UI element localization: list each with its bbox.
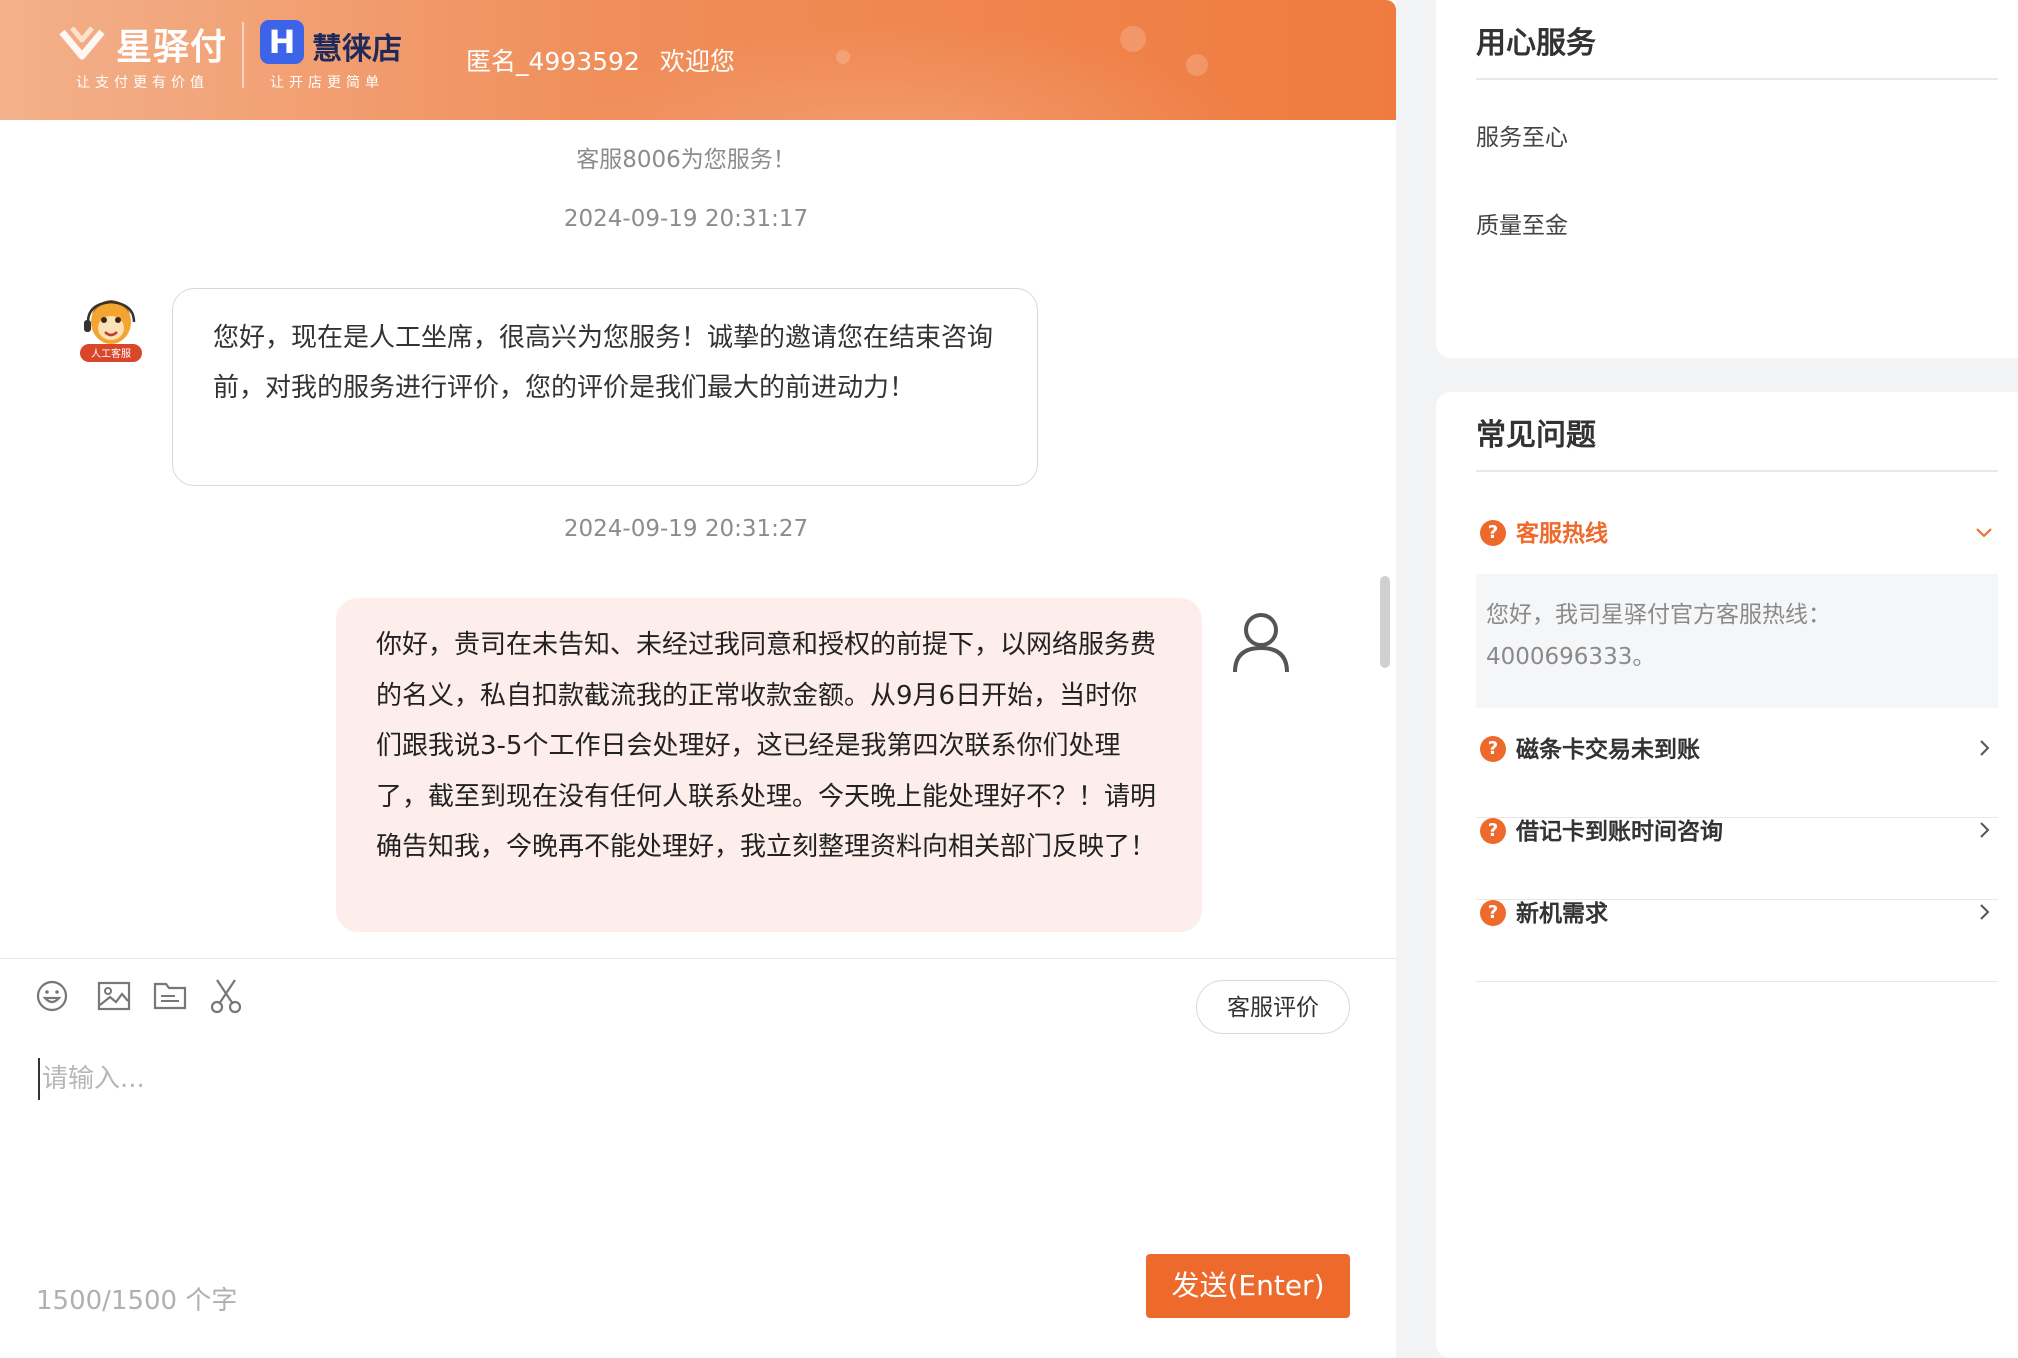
- header-decoration: [1186, 54, 1208, 76]
- faq-item-debit-card[interactable]: ? 借记卡到账时间咨询: [1476, 818, 1998, 900]
- faq-item-hotline[interactable]: ? 客服热线: [1476, 520, 1998, 560]
- logo-divider: [242, 22, 244, 88]
- brand2-name: 慧徕店: [312, 32, 402, 67]
- card-divider: [1476, 78, 1998, 80]
- question-icon: ?: [1480, 900, 1506, 926]
- question-icon: ?: [1480, 736, 1506, 762]
- image-icon: [97, 981, 131, 1011]
- image-button[interactable]: [94, 976, 134, 1016]
- brand-logo-huilaidian: H 慧徕店 让开店更简单: [260, 18, 420, 94]
- brand1-name: 星驿付: [116, 27, 228, 68]
- chevron-down-icon: [1976, 528, 1992, 538]
- chat-header: 星驿付 让支付更有价值 H 慧徕店 让开店更简单 匿名_4993592 欢迎您: [0, 0, 1396, 120]
- message-timestamp: 2024-09-19 20:31:27: [563, 516, 809, 542]
- brand-logo-xingyifu: 星驿付 让支付更有价值: [58, 18, 238, 94]
- system-notice: 客服8006为您服务！: [576, 147, 796, 173]
- agent-avatar-icon: 人工客服: [80, 300, 142, 362]
- agent-avatar-badge: 人工客服: [91, 347, 131, 360]
- service-item: 服务至心: [1476, 125, 1568, 151]
- faq-item-new-device[interactable]: ? 新机需求: [1476, 900, 1998, 982]
- message-text: 你好，贵司在未告知、未经过我同意和授权的前提下，以网络服务费的名义，私自扣款截流…: [376, 630, 1157, 862]
- faq-item-label: 借记卡到账时间咨询: [1516, 819, 1723, 845]
- service-card: 用心服务 服务至心 质量至金: [1436, 0, 2018, 358]
- composer-divider: [0, 958, 1396, 959]
- header-decoration: [1120, 26, 1146, 52]
- faq-item-magstripe[interactable]: ? 磁条卡交易未到账: [1476, 736, 1998, 818]
- user-avatar-icon: [1233, 613, 1289, 673]
- huilaidian-logo-icon: H: [260, 20, 304, 64]
- question-icon: ?: [1480, 818, 1506, 844]
- faq-card-title: 常见问题: [1476, 418, 1596, 453]
- brand2-slogan: 让开店更简单: [270, 75, 384, 91]
- service-item: 质量至金: [1476, 213, 1568, 239]
- xingyifu-logo-icon: [59, 26, 105, 60]
- welcome-message: 匿名_4993592 欢迎您: [466, 42, 735, 78]
- message-input[interactable]: [38, 1058, 1344, 1100]
- chat-scrollbar[interactable]: [1380, 576, 1390, 668]
- chevron-right-icon: [1980, 740, 1990, 756]
- scissors-icon: [210, 979, 242, 1014]
- header-decoration: [836, 50, 850, 64]
- user-name: 匿名_4993592: [466, 47, 640, 76]
- faq-item-label: 磁条卡交易未到账: [1516, 737, 1700, 763]
- welcome-text: 欢迎您: [659, 47, 735, 76]
- message-text: 您好，现在是人工坐席，很高兴为您服务！诚挚的邀请您在结束咨询前，对我的服务进行评…: [213, 323, 994, 403]
- brand1-slogan: 让支付更有价值: [76, 75, 209, 91]
- chevron-right-icon: [1980, 822, 1990, 838]
- message-timestamp: 2024-09-19 20:31:17: [563, 206, 809, 232]
- card-divider: [1476, 470, 1998, 472]
- service-card-title: 用心服务: [1476, 26, 1596, 61]
- screenshot-button[interactable]: [206, 976, 246, 1016]
- faq-answer: 您好，我司星驿付官方客服热线：4000696333。: [1476, 574, 1998, 708]
- character-counter: 1500/1500 个字: [36, 1286, 238, 1316]
- file-icon: [153, 982, 187, 1010]
- faq-divider: [1476, 980, 1998, 982]
- emoji-button[interactable]: [32, 976, 72, 1016]
- faq-item-label: 新机需求: [1516, 901, 1608, 927]
- faq-card: 常见问题 ? 客服热线 您好，我司星驿付官方客服热线：4000696333。 ?…: [1436, 392, 2018, 1358]
- faq-item-label: 客服热线: [1516, 521, 1608, 547]
- send-button[interactable]: 发送(Enter): [1146, 1254, 1350, 1318]
- agent-message-bubble: 您好，现在是人工坐席，很高兴为您服务！诚挚的邀请您在结束咨询前，对我的服务进行评…: [172, 288, 1038, 486]
- user-message-bubble: 你好，贵司在未告知、未经过我同意和授权的前提下，以网络服务费的名义，私自扣款截流…: [336, 598, 1202, 932]
- rate-service-button[interactable]: 客服评价: [1196, 980, 1350, 1034]
- emoji-icon: [36, 980, 68, 1012]
- chevron-right-icon: [1980, 904, 1990, 920]
- question-icon: ?: [1480, 520, 1506, 546]
- chat-panel: 星驿付 让支付更有价值 H 慧徕店 让开店更简单 匿名_4993592 欢迎您 客…: [0, 0, 1396, 1358]
- file-button[interactable]: [150, 976, 190, 1016]
